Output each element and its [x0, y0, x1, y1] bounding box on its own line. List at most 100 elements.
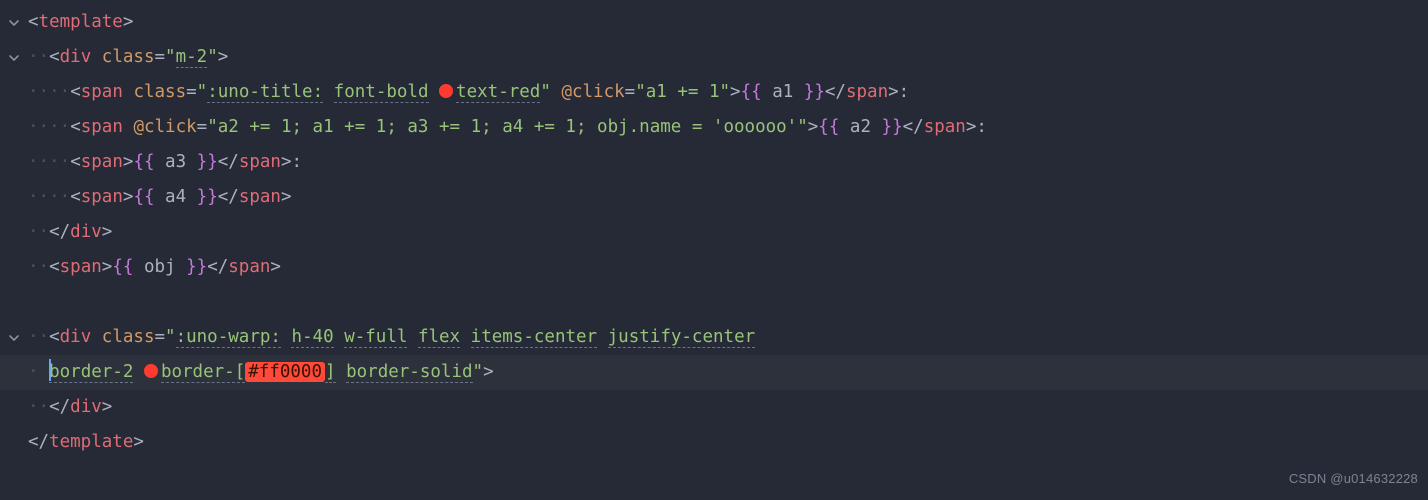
code-line[interactable]: <template>	[0, 5, 1428, 40]
code-line[interactable]: ··<div class=":uno-warp: h-40 w-full fle…	[0, 320, 1428, 355]
code-token: "	[473, 362, 484, 382]
code-line[interactable]: · border-2 border-[#ff0000] border-solid…	[0, 355, 1428, 390]
code-token: =	[625, 82, 636, 102]
code-token: </	[218, 152, 239, 172]
code-token: a4	[155, 187, 197, 207]
code-token: flex	[418, 327, 460, 348]
code-line[interactable]: ··<div class="m-2">	[0, 40, 1428, 75]
code-token: }}	[882, 117, 903, 137]
code-token: {{	[741, 82, 762, 102]
fold-gutter[interactable]	[0, 17, 28, 29]
code-token	[334, 327, 345, 347]
code-token: :uno-warp:	[176, 327, 281, 348]
code-content: ··</div>	[28, 215, 112, 250]
code-line[interactable]: ··<span>{{ obj }}</span>	[0, 250, 1428, 285]
code-token: =	[154, 47, 165, 67]
code-token: </	[903, 117, 924, 137]
code-token: items-center	[471, 327, 597, 348]
code-token: >	[483, 362, 494, 382]
code-token: span	[81, 117, 123, 137]
code-content: · border-2 border-[#ff0000] border-solid…	[28, 355, 494, 390]
code-token	[323, 82, 334, 102]
code-token	[551, 82, 562, 102]
code-token: <	[49, 47, 60, 67]
code-token: "	[165, 327, 176, 347]
code-content: ····<span>{{ a4 }}</span>	[28, 180, 292, 215]
code-content: ··</div>	[28, 390, 112, 425]
code-token: :	[899, 82, 910, 102]
code-token: >	[123, 12, 134, 32]
code-token: }}	[804, 82, 825, 102]
code-token	[123, 117, 134, 137]
code-token	[91, 47, 102, 67]
code-token: =	[154, 327, 165, 347]
code-content: ····<span class=":uno-title: font-bold t…	[28, 75, 909, 110]
code-content: ··<div class=":uno-warp: h-40 w-full fle…	[28, 320, 755, 355]
code-token: a2	[839, 117, 881, 137]
code-token	[460, 327, 471, 347]
code-token: >	[270, 257, 281, 277]
code-token: {{	[133, 152, 154, 172]
code-content: ····<span @click="a2 += 1; a1 += 1; a3 +…	[28, 110, 987, 145]
code-line[interactable]: ····<span>{{ a4 }}</span>	[0, 180, 1428, 215]
code-token	[133, 362, 144, 382]
code-line[interactable]: ····<span class=":uno-title: font-bold t…	[0, 75, 1428, 110]
code-token: :	[292, 152, 303, 172]
code-line[interactable]: ····<span>{{ a3 }}</span>:	[0, 145, 1428, 180]
code-token: "	[197, 82, 208, 102]
code-editor[interactable]: <template>··<div class="m-2">····<span c…	[0, 0, 1428, 465]
code-token	[407, 327, 418, 347]
fold-gutter[interactable]	[0, 52, 28, 64]
code-token: :uno-title:	[207, 82, 323, 103]
fold-gutter[interactable]	[0, 332, 28, 344]
code-token: span	[239, 152, 281, 172]
code-token: div	[60, 327, 92, 347]
code-token: template	[39, 12, 123, 32]
code-token: >	[281, 152, 292, 172]
code-line[interactable]: ··</div>	[0, 215, 1428, 250]
code-token: :	[976, 117, 987, 137]
code-token: >	[888, 82, 899, 102]
code-line[interactable]	[0, 285, 1428, 320]
code-token: ]	[325, 362, 336, 383]
code-token: div	[70, 397, 102, 417]
code-token: h-40	[291, 327, 333, 348]
code-token: span	[60, 257, 102, 277]
code-token: "	[207, 47, 218, 67]
code-token: <	[70, 82, 81, 102]
code-token: obj	[133, 257, 186, 277]
code-token: class	[133, 82, 186, 102]
code-token: "	[540, 82, 551, 102]
code-token: >	[102, 397, 113, 417]
code-line[interactable]: ····<span @click="a2 += 1; a1 += 1; a3 +…	[0, 110, 1428, 145]
code-content: <template>	[28, 5, 133, 40]
code-token	[123, 82, 134, 102]
code-token: justify-center	[608, 327, 756, 348]
code-token	[91, 327, 102, 347]
code-token: </	[49, 222, 70, 242]
code-token: >	[133, 432, 144, 452]
code-token: class	[102, 327, 155, 347]
code-token: "a1 += 1"	[635, 82, 730, 102]
code-token: {{	[133, 187, 154, 207]
code-token: >	[730, 82, 741, 102]
code-token: w-full	[344, 327, 407, 348]
color-swatch-icon	[439, 84, 453, 98]
code-token: @click	[561, 82, 624, 102]
code-token: </	[218, 187, 239, 207]
code-token: span	[228, 257, 270, 277]
code-content: </template>	[28, 425, 144, 460]
code-token: {{	[112, 257, 133, 277]
code-token: "	[165, 47, 176, 67]
code-token: >	[102, 222, 113, 242]
code-token: >	[218, 47, 229, 67]
code-token: }}	[197, 187, 218, 207]
code-token	[281, 327, 292, 347]
code-token: }}	[186, 257, 207, 277]
code-line[interactable]: ··</div>	[0, 390, 1428, 425]
code-token: >	[808, 117, 819, 137]
code-token: <	[49, 257, 60, 277]
code-line[interactable]: </template>	[0, 425, 1428, 460]
code-token: </	[28, 432, 49, 452]
code-token: >	[966, 117, 977, 137]
